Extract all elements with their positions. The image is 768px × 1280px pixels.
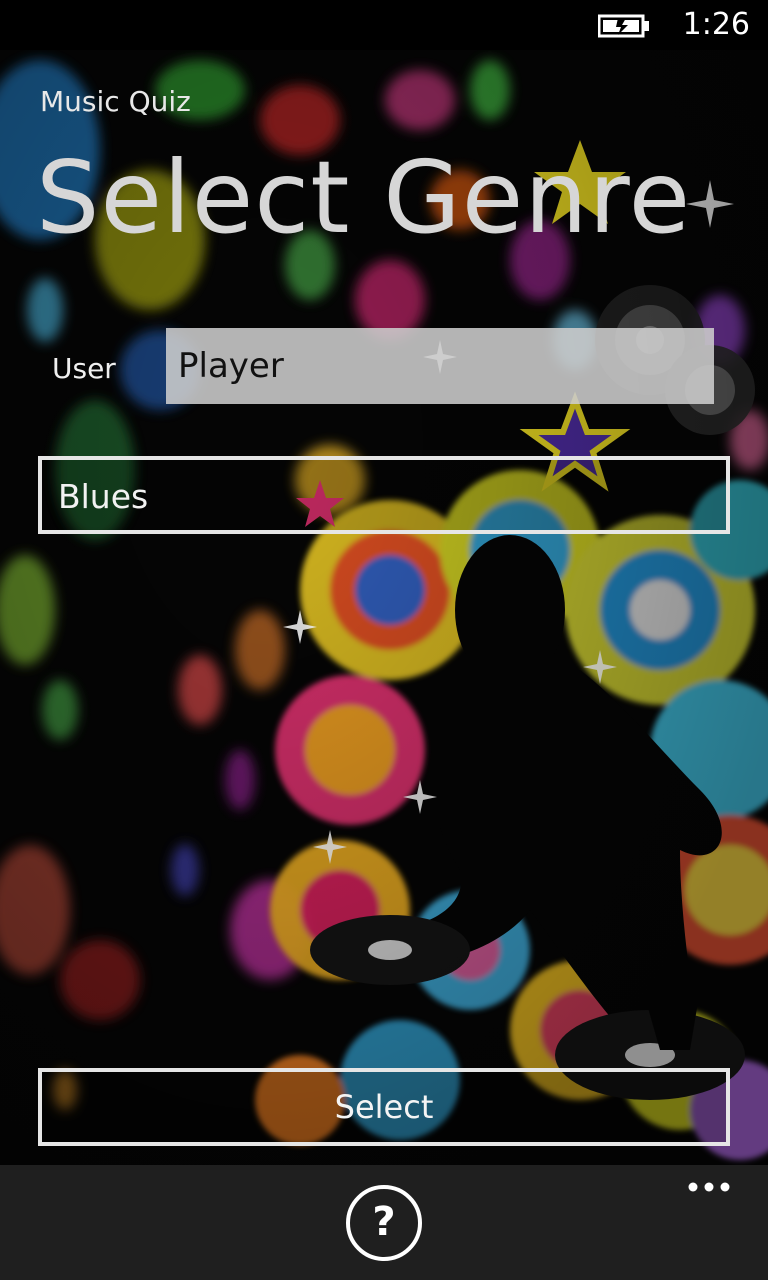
genre-picker[interactable]: Blues [38,456,730,534]
clock: 1:26 [682,7,750,42]
user-name-input[interactable] [166,328,714,404]
app-title: Music Quiz [40,85,191,118]
status-bar: 1:26 [0,0,768,50]
genre-selected-value: Blues [58,477,149,516]
screen: 1:26 Music Quiz Select Genre User Blues … [0,0,768,1280]
app-bar: ? [0,1165,768,1280]
user-label: User [52,352,116,385]
question-circle-icon: ? [372,1199,396,1245]
help-button[interactable]: ? [346,1185,422,1261]
select-button[interactable]: Select [38,1068,730,1146]
ellipsis-icon[interactable] [688,1181,730,1193]
page-title: Select Genre [36,139,692,256]
battery-charging-icon [598,14,649,38]
